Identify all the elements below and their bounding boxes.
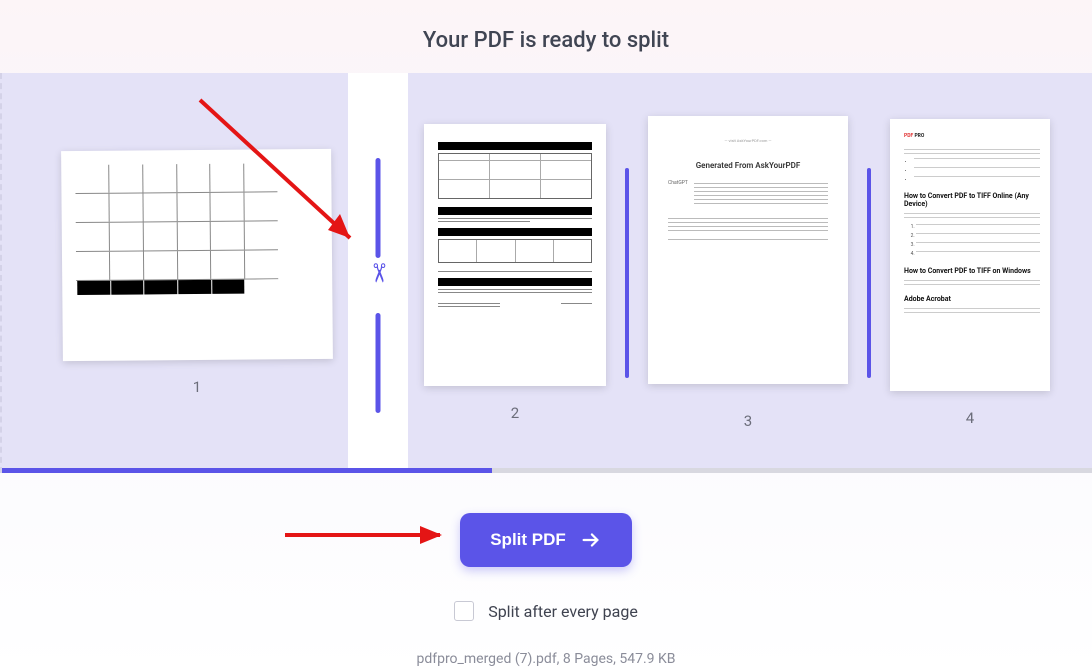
split-pdf-label: Split PDF xyxy=(490,530,566,550)
page-2-thumb xyxy=(424,124,606,386)
scissors-icon: ✂ xyxy=(355,262,401,284)
split-pdf-button[interactable]: Split PDF xyxy=(460,513,632,567)
horizontal-scrollbar[interactable] xyxy=(2,468,1092,473)
page-4[interactable]: PDF PRO How to Convert PDF to TIFF Onlin… xyxy=(880,119,1060,427)
split-every-page-label: Split after every page xyxy=(488,602,638,621)
split-marker-1[interactable]: ✂ xyxy=(348,73,408,473)
page-4-number: 4 xyxy=(966,409,974,427)
page-2[interactable]: 2 xyxy=(414,124,616,422)
header: Your PDF is ready to split xyxy=(0,0,1092,73)
split-gap-2[interactable] xyxy=(616,133,638,413)
page-4-thumb: PDF PRO How to Convert PDF to TIFF Onlin… xyxy=(890,119,1050,391)
split-every-page-option[interactable]: Split after every page xyxy=(454,601,638,621)
page-2-number: 2 xyxy=(511,404,519,422)
page-1-thumb xyxy=(61,149,333,361)
arrow-right-icon xyxy=(580,529,602,551)
file-info: pdfpro_merged (7).pdf, 8 Pages, 547.9 KB xyxy=(416,651,675,667)
page-3-number: 3 xyxy=(744,412,752,430)
page-3[interactable]: — visit AskYourPDF.com — Generated From … xyxy=(638,116,858,430)
split-gap-3[interactable] xyxy=(858,133,880,413)
scrollbar-thumb[interactable] xyxy=(2,468,492,473)
page-title: Your PDF is ready to split xyxy=(0,28,1092,53)
thumbnails-strip: 1 ✂ xyxy=(0,73,1092,473)
page-3-thumb: — visit AskYourPDF.com — Generated From … xyxy=(648,116,848,384)
page-1[interactable]: 1 xyxy=(52,150,342,396)
split-every-page-checkbox[interactable] xyxy=(454,601,474,621)
page-1-number: 1 xyxy=(193,378,201,396)
